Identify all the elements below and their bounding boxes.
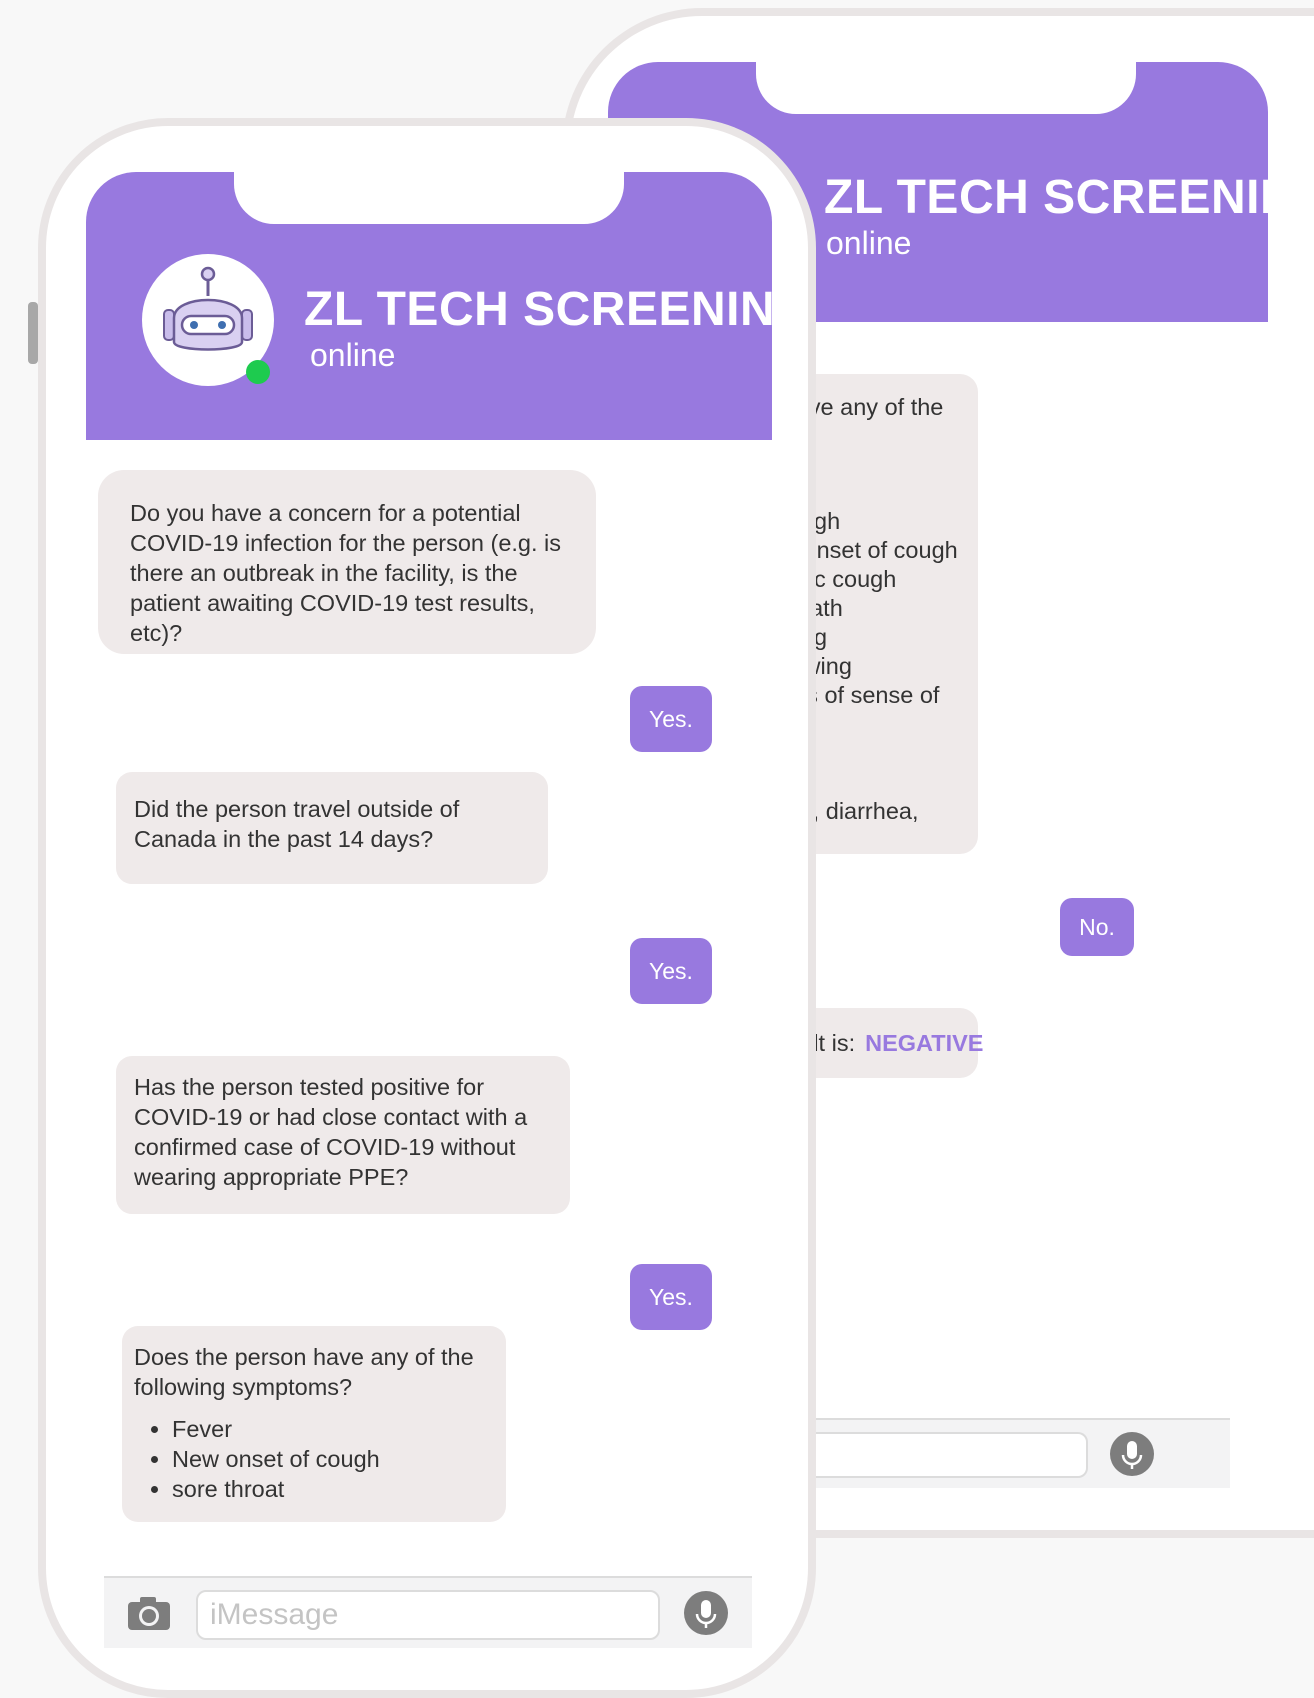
reply-yes-1: Yes.: [630, 686, 712, 752]
result-value: NEGATIVE: [865, 1030, 984, 1056]
message-input-bar: iMessage: [104, 1576, 752, 1648]
background-device-edge: [28, 302, 38, 364]
phone-notch: [234, 170, 624, 224]
reply-yes-3: Yes.: [630, 1264, 712, 1330]
chat-status: online: [310, 337, 396, 373]
question-bubble-3: Has the person tested positive for COVID…: [116, 1056, 570, 1214]
symptom-item: sore throat: [172, 1474, 492, 1504]
front-phone: ZL TECH SCREENING online Do you have a c…: [38, 118, 816, 1698]
bot-avatar: [142, 254, 274, 386]
question-bubble-1: Do you have a concern for a potential CO…: [98, 470, 596, 654]
symptoms-list: FeverNew onset of coughsore throat: [134, 1414, 492, 1504]
chat-title: ZL TECH SCREENING: [304, 283, 813, 336]
symptom-item: New onset of cough: [172, 1444, 492, 1474]
microphone-icon[interactable]: [1110, 1432, 1154, 1476]
question-bubble-2: Did the person travel outside of Canada …: [116, 772, 548, 884]
reply-yes-2: Yes.: [630, 938, 712, 1004]
reply-no: No.: [1060, 898, 1134, 956]
symptom-item: Fever: [172, 1414, 492, 1444]
chat-status: online: [826, 225, 912, 261]
question-bubble-4: Does the person have any of the followin…: [122, 1326, 506, 1522]
chat-title: ZL TECH SCREENING: [824, 171, 1314, 224]
symptoms-question-text: Does the person have any of the followin…: [134, 1344, 474, 1400]
microphone-icon[interactable]: [684, 1591, 728, 1635]
message-input[interactable]: iMessage: [196, 1590, 660, 1640]
online-indicator: [246, 360, 270, 384]
chat-header: ZL TECH SCREENING online: [86, 170, 808, 440]
camera-icon[interactable]: [126, 1594, 172, 1637]
phone-notch: [756, 60, 1136, 114]
